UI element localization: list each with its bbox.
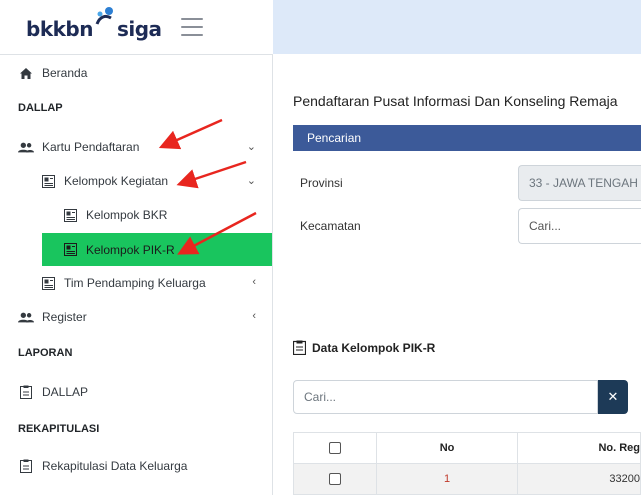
id-card-icon <box>62 243 78 257</box>
sidebar-item-beranda[interactable]: Beranda <box>0 57 272 89</box>
select-all-checkbox[interactable] <box>328 442 341 455</box>
provinsi-label: Provinsi <box>300 176 343 190</box>
sidebar-item-kelompok-kegiatan[interactable]: Kelompok Kegiatan ⌄ <box>0 165 272 197</box>
id-card-icon <box>62 208 78 222</box>
sidebar-item-label: Beranda <box>42 66 88 80</box>
bkkbn-logo-icon <box>95 6 113 25</box>
chevron-down-icon: ⌄ <box>246 141 256 153</box>
navbar-right-area <box>273 0 641 54</box>
chevron-left-icon: ‹ <box>252 276 256 288</box>
sidebar-header-rekapitulasi: REKAPITULASI <box>18 423 100 435</box>
row-no: 1 <box>375 463 519 495</box>
sidebar-item-label: Rekapitulasi Data Keluarga <box>42 459 188 473</box>
sidebar-item-kelompok-pik-r[interactable]: Kelompok PIK-R <box>42 233 272 266</box>
sidebar-item-register[interactable]: Register ‹ <box>0 301 272 333</box>
sidebar-item-rekapitulasi-data-keluarga[interactable]: Rekapitulasi Data Keluarga <box>0 450 272 482</box>
brand-text-left: bkkbn <box>26 16 93 41</box>
id-card-icon <box>40 174 56 188</box>
sidebar: Beranda DALLAP Kartu Pendaftaran ⌄ Kelom… <box>0 54 273 495</box>
top-navbar: bkkbn siga <box>0 0 641 54</box>
column-header-no[interactable]: No <box>375 432 519 464</box>
data-section-label: Data Kelompok PIK-R <box>312 340 436 355</box>
clear-search-button[interactable]: ✕ <box>598 380 628 414</box>
table-header-row: No No. Reg <box>293 432 641 464</box>
sidebar-item-label: Kelompok BKR <box>86 208 168 222</box>
clipboard-icon <box>293 340 306 355</box>
chevron-down-icon: ⌄ <box>246 175 256 187</box>
row-checkbox-cell <box>293 463 377 495</box>
clipboard-icon <box>18 385 34 399</box>
select-all-checkbox-cell <box>293 432 377 464</box>
close-icon: ✕ <box>607 389 619 404</box>
users-icon <box>18 310 34 324</box>
clipboard-icon <box>18 459 34 473</box>
chevron-left-icon: ‹ <box>252 310 256 322</box>
main-content: Pendaftaran Pusat Informasi Dan Konselin… <box>273 54 641 495</box>
data-section-title: Data Kelompok PIK-R <box>293 340 435 355</box>
sidebar-item-label: Register <box>42 310 87 324</box>
sidebar-item-kartu-pendaftaran[interactable]: Kartu Pendaftaran ⌄ <box>0 131 272 163</box>
sidebar-item-tim-pendamping-keluarga[interactable]: Tim Pendamping Keluarga ‹ <box>0 267 272 299</box>
home-icon <box>18 66 34 80</box>
sidebar-item-kelompok-bkr[interactable]: Kelompok BKR <box>0 199 272 231</box>
sidebar-item-label: Kartu Pendaftaran <box>42 140 140 154</box>
data-table: No No. Reg 1 33200 <box>293 432 641 495</box>
provinsi-select[interactable]: 33 - JAWA TENGAH <box>518 165 641 201</box>
column-header-no-reg[interactable]: No. Reg <box>517 432 641 464</box>
page-title: Pendaftaran Pusat Informasi Dan Konselin… <box>293 93 618 109</box>
sidebar-item-dallap[interactable]: DALLAP <box>0 376 272 408</box>
sidebar-item-label: Kelompok Kegiatan <box>64 174 169 188</box>
row-checkbox[interactable] <box>328 473 341 486</box>
menu-toggle-icon[interactable] <box>181 18 203 36</box>
id-card-icon <box>40 276 56 290</box>
sidebar-header-laporan: LAPORAN <box>18 347 73 359</box>
sidebar-item-label: Tim Pendamping Keluarga <box>64 276 206 290</box>
row-reg: 33200 <box>517 463 641 495</box>
brand-logo[interactable]: bkkbn siga <box>0 0 273 54</box>
search-panel-header: Pencarian <box>293 125 641 151</box>
kecamatan-select[interactable]: Cari... <box>518 208 641 244</box>
table-row[interactable]: 1 33200 <box>293 463 641 495</box>
sidebar-item-label: Kelompok PIK-R <box>86 242 175 257</box>
sidebar-item-label: DALLAP <box>42 385 89 399</box>
brand-text-right: siga <box>116 16 162 41</box>
users-icon <box>18 140 34 154</box>
kecamatan-label: Kecamatan <box>300 219 361 233</box>
table-search-input[interactable]: Cari... <box>293 380 598 414</box>
sidebar-header-dallap: DALLAP <box>18 102 63 114</box>
